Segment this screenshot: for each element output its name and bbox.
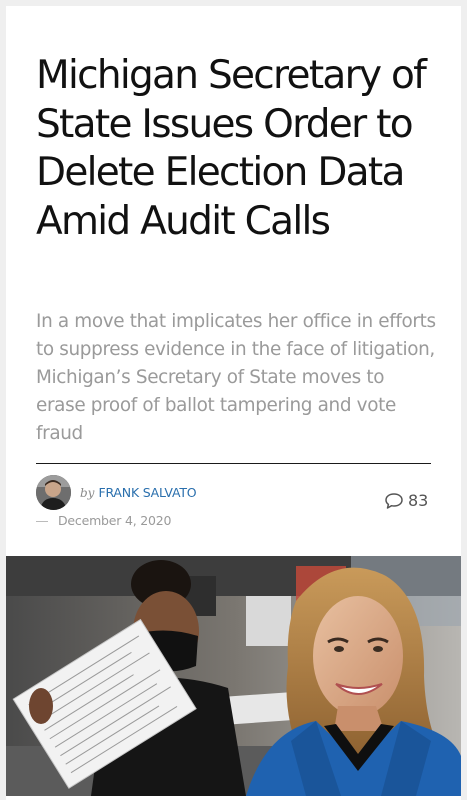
article-card: Michigan Secretary of State Issues Order…: [6, 6, 461, 800]
avatar-image: [36, 475, 71, 510]
author-avatar[interactable]: [36, 475, 71, 510]
speech-bubble-icon: [385, 493, 403, 509]
divider: [36, 463, 431, 464]
comment-count: 83: [408, 491, 429, 510]
publish-date: December 4, 2020: [58, 513, 172, 528]
hero-image[interactable]: [6, 556, 461, 796]
article-title: Michigan Secretary of State Issues Order…: [36, 53, 427, 244]
byline: by FRANK SALVATO: [80, 484, 197, 500]
date-dash: [36, 520, 48, 522]
byline-prefix: by: [80, 486, 95, 500]
author-link[interactable]: FRANK SALVATO: [98, 485, 196, 500]
article-subtitle: In a move that implicates her office in …: [36, 311, 436, 444]
date-row: December 4, 2020: [36, 513, 172, 529]
comments-link[interactable]: 83: [384, 491, 428, 511]
